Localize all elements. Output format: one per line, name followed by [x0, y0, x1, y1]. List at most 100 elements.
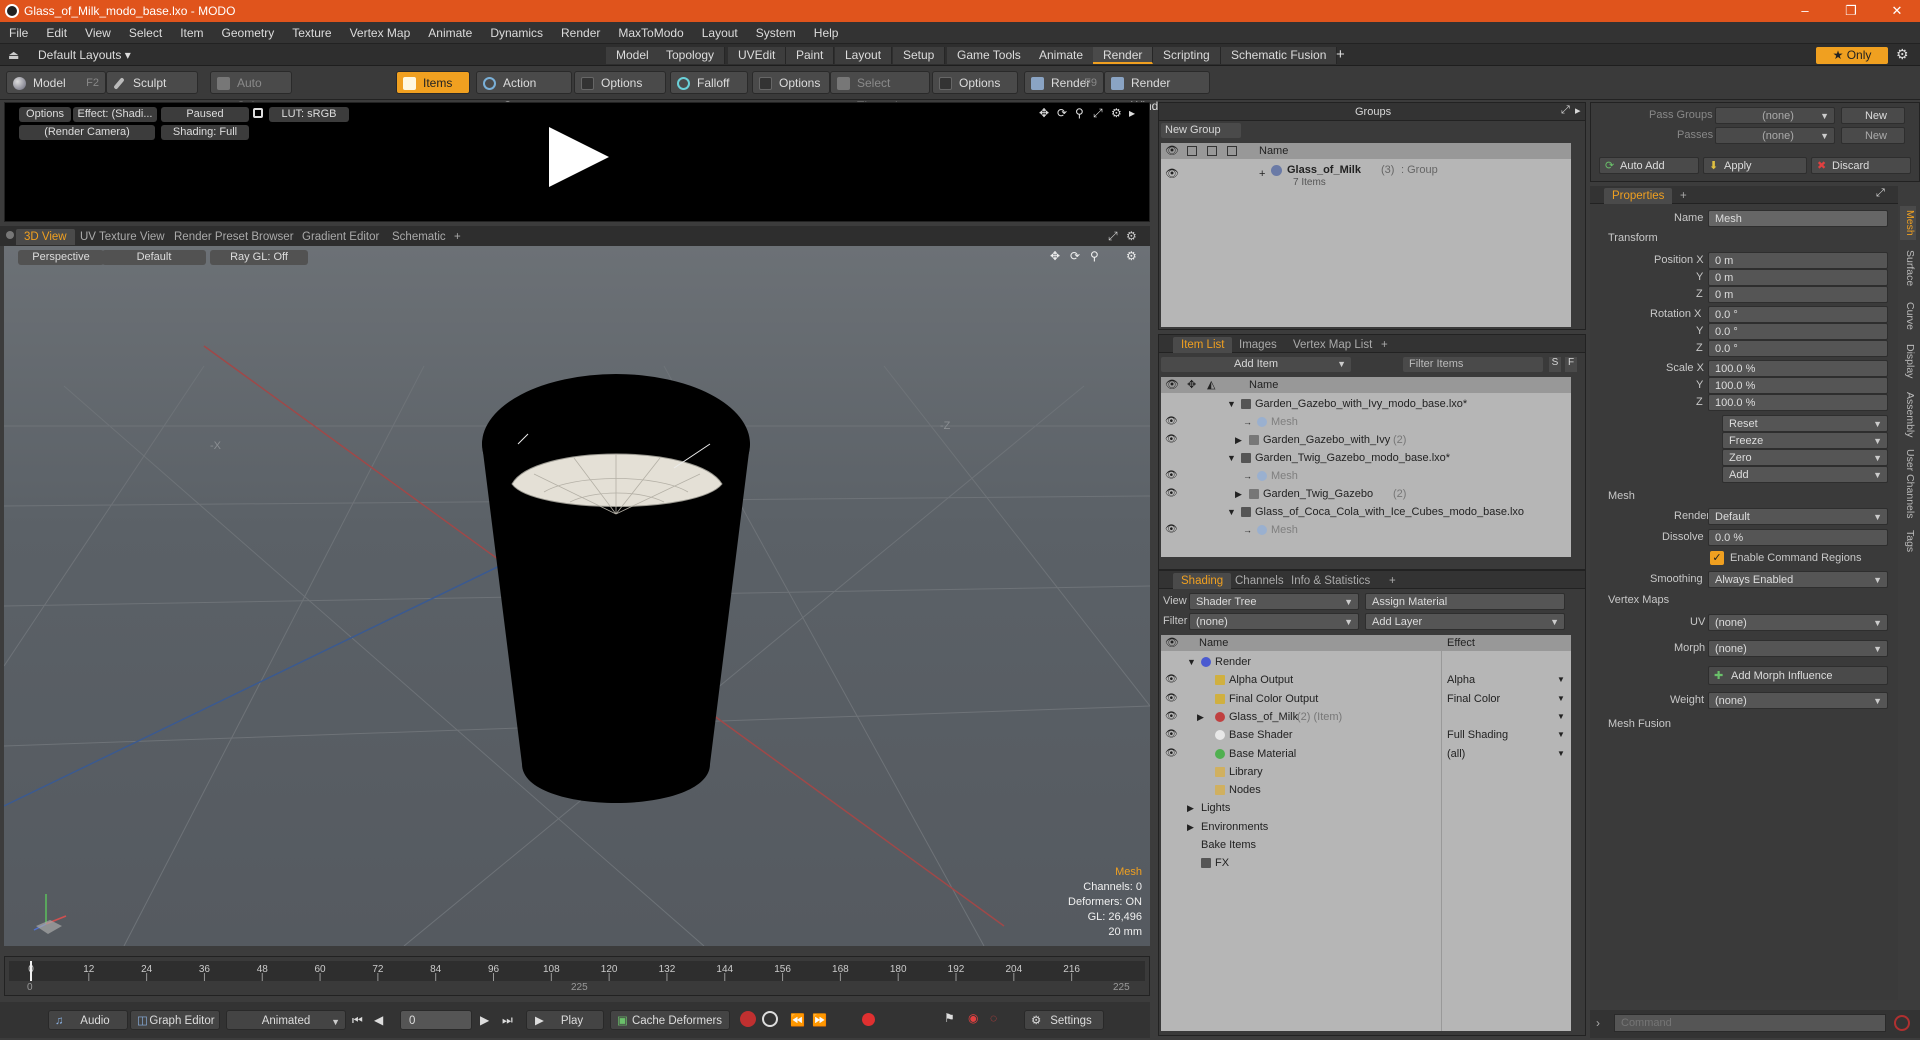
render-button[interactable]: Render F9 — [1024, 71, 1104, 94]
transport-first-frame-icon[interactable]: ⏮ — [352, 1013, 363, 1028]
row-eye-icon[interactable]: 👁 — [1165, 467, 1178, 485]
lock-icon[interactable] — [253, 108, 263, 118]
smoothing-dropdown[interactable]: Always Enabled ▼ — [1708, 571, 1888, 588]
row-expand-icon[interactable]: ▶ — [1235, 431, 1242, 449]
position-x-field[interactable]: 0 m — [1708, 252, 1888, 269]
snapshot-red-icon[interactable]: ◉ — [968, 1011, 978, 1025]
preview-gear-icon[interactable]: ⚙ — [1111, 106, 1122, 120]
scale-y-field[interactable]: 100.0 % — [1708, 377, 1888, 394]
tab-uv-texture-view[interactable]: UV Texture View — [72, 229, 173, 245]
falloff-button[interactable]: Falloff — [670, 71, 748, 94]
preview-arrow-icon[interactable]: ▸ — [1129, 106, 1135, 120]
tab-vertex-map-list[interactable]: Vertex Map List — [1285, 337, 1380, 353]
zero-dropdown[interactable]: Zero ▼ — [1722, 449, 1888, 466]
menu-edit[interactable]: Edit — [37, 22, 76, 44]
cache-deformers-button[interactable]: ▣ Cache Deformers — [610, 1010, 730, 1030]
shader-tree-row[interactable]: ▶ Environments — [1161, 818, 1571, 836]
menu-render[interactable]: Render — [552, 22, 609, 44]
groups-list[interactable]: 👁 Name 👁 + Glass_of_Milk (3) : Group 7 I… — [1161, 143, 1571, 327]
row-effect[interactable]: Final Color — [1447, 690, 1500, 708]
sculpt-button[interactable]: Sculpt — [106, 71, 198, 94]
pass-groups-dropdown[interactable]: (none) ▼ — [1715, 107, 1835, 124]
viewport-tab-gear-icon[interactable]: ⚙ — [1126, 229, 1137, 243]
effect-dropdown-icon[interactable]: ▼ — [1557, 745, 1565, 763]
menu-system[interactable]: System — [747, 22, 805, 44]
3d-viewport[interactable]: -X -Z Perspective Default Ray GL: Off ✥ … — [4, 246, 1150, 946]
vertex-maps-section[interactable]: Vertex Maps — [1608, 594, 1669, 606]
tab-paint[interactable]: Paint — [786, 47, 835, 64]
menu-layout[interactable]: Layout — [693, 22, 747, 44]
shader-tree[interactable]: 👁 Name Effect ▼ Render 👁 Alpha Output Alpha ▼… — [1161, 635, 1571, 1031]
side-tab-surface[interactable]: Surface — [1900, 244, 1916, 292]
tab-uvedit[interactable]: UVEdit — [728, 47, 787, 64]
layout-toggle-icon[interactable]: ⏏ — [8, 48, 19, 62]
shader-tree-row[interactable]: Bake Items — [1161, 836, 1571, 854]
animated-dropdown[interactable]: Animated ▼ — [226, 1010, 346, 1030]
item-list[interactable]: 👁 ✥ ◭ Name ▼ Garden_Gazebo_with_Ivy_modo_… — [1161, 377, 1571, 557]
item-list-row[interactable]: ▼ Glass_of_Coca_Cola_with_Ice_Cubes_modo_… — [1161, 503, 1571, 521]
glass-of-milk-mesh[interactable] — [474, 364, 764, 824]
scale-z-field[interactable]: 100.0 % — [1708, 394, 1888, 411]
shader-tree-row[interactable]: FX — [1161, 854, 1571, 872]
row-effect[interactable]: (all) — [1447, 745, 1465, 763]
render-window-button[interactable]: Render Window — [1104, 71, 1210, 113]
side-tab-display[interactable]: Display — [1900, 340, 1916, 382]
scale-x-field[interactable]: 100.0 % — [1708, 360, 1888, 377]
layout-gear-icon[interactable]: ⚙ — [1896, 46, 1909, 63]
frame-field[interactable]: 0 — [400, 1010, 472, 1030]
row-effect[interactable]: Alpha — [1447, 671, 1475, 689]
position-y-field[interactable]: 0 m — [1708, 269, 1888, 286]
side-tab-assembly[interactable]: Assembly — [1900, 386, 1916, 444]
row-expand-icon[interactable]: ▼ — [1227, 449, 1236, 467]
tab-setup[interactable]: Setup — [893, 47, 946, 64]
row-eye-icon[interactable]: 👁 — [1165, 431, 1178, 449]
tab-properties[interactable]: Properties — [1604, 188, 1673, 204]
row-expand-icon[interactable]: ▶ — [1187, 799, 1194, 817]
mesh-section[interactable]: Mesh — [1608, 490, 1635, 502]
snapshot-icon[interactable]: ⚑ — [944, 1011, 955, 1025]
record-icon[interactable] — [862, 1013, 875, 1026]
transport-next-key-icon[interactable]: ▶ — [480, 1013, 489, 1027]
group-row-glass-of-milk[interactable]: 👁 + Glass_of_Milk (3) : Group 7 Items — [1161, 161, 1571, 191]
freeze-dropdown[interactable]: Freeze ▼ — [1722, 432, 1888, 449]
shader-tree-row[interactable]: Nodes — [1161, 781, 1571, 799]
add-item-dropdown[interactable]: Add Item ▼ — [1161, 357, 1351, 372]
menu-help[interactable]: Help — [805, 22, 848, 44]
tab-scripting[interactable]: Scripting — [1153, 47, 1221, 64]
tab-3d-view[interactable]: 3D View — [16, 229, 75, 245]
dissolve-field[interactable]: 0.0 % — [1708, 529, 1888, 546]
group-eye-icon[interactable]: 👁 — [1165, 165, 1179, 183]
play-icon[interactable] — [545, 123, 613, 191]
mesh-fusion-section[interactable]: Mesh Fusion — [1608, 718, 1671, 730]
viewport-zoom-icon[interactable]: ⚲ — [1090, 249, 1099, 263]
side-tab-mesh[interactable]: Mesh — [1900, 206, 1916, 240]
items-mode-button[interactable]: Items — [396, 71, 470, 94]
row-eye-icon[interactable]: 👁 — [1165, 413, 1178, 431]
tab-item-list[interactable]: Item List — [1173, 337, 1233, 353]
effect-dropdown-icon[interactable]: ▼ — [1557, 708, 1565, 726]
perspective-dropdown[interactable]: Perspective — [18, 250, 104, 265]
group-expand-icon[interactable]: + — [1259, 165, 1265, 183]
name-field[interactable]: Mesh — [1708, 210, 1888, 227]
side-tab-user-channels[interactable]: User Channels — [1900, 448, 1916, 520]
auto-select-button[interactable]: Auto Select — [210, 71, 292, 113]
shader-tree-row[interactable]: ▶ Lights — [1161, 799, 1571, 817]
timeline-track[interactable] — [9, 961, 1145, 981]
properties-add-tab[interactable]: + — [1672, 188, 1695, 204]
uv-dropdown[interactable]: (none) ▼ — [1708, 614, 1888, 631]
preview-effect-dropdown[interactable]: Effect: (Shadi... — [73, 107, 157, 122]
preview-camera-dropdown[interactable]: (Render Camera) — [19, 125, 155, 140]
viewport-rotate-icon[interactable]: ⟳ — [1070, 249, 1080, 263]
effect-dropdown-icon[interactable]: ▼ — [1557, 690, 1565, 708]
rotation-y-field[interactable]: 0.0 ° — [1708, 323, 1888, 340]
play-button[interactable]: ▶ Play — [526, 1010, 604, 1030]
shader-tree-row[interactable]: 👁 ▶ Glass_of_Milk (2) (Item) ▼ — [1161, 708, 1571, 726]
add-layer-dropdown[interactable]: Add Layer ▼ — [1365, 613, 1565, 630]
preview-shading-dropdown[interactable]: Shading: Full — [161, 125, 249, 140]
menu-vertex-map[interactable]: Vertex Map — [341, 22, 420, 44]
transport-prev-key-icon[interactable]: ◀ — [374, 1013, 383, 1027]
row-link-icon[interactable]: → — [1243, 467, 1252, 485]
shader-tree-row[interactable]: 👁 Alpha Output Alpha ▼ — [1161, 671, 1571, 689]
raygl-dropdown[interactable]: Ray GL: Off — [210, 250, 308, 265]
tab-schematic[interactable]: Schematic — [384, 229, 454, 245]
